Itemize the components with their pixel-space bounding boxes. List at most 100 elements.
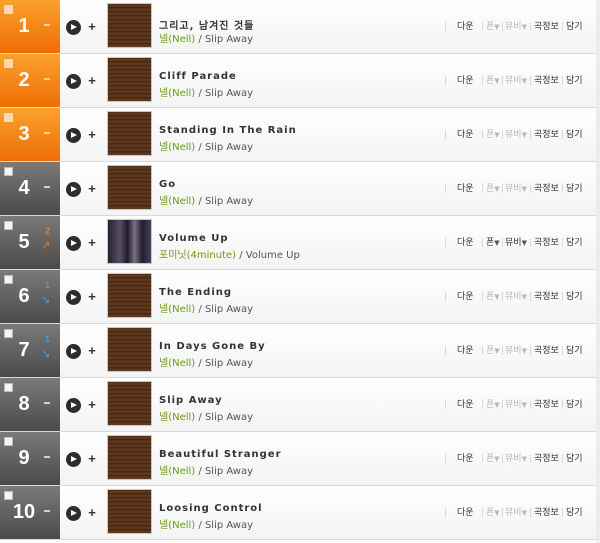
artist-link[interactable]: 넬(Nell) (159, 466, 195, 477)
add-to-list-button[interactable]: 담기 (566, 182, 583, 196)
album-art[interactable] (107, 3, 152, 48)
artist-link[interactable]: 넬(Nell) (159, 412, 195, 423)
music-video-button[interactable]: 뮤비▼ (505, 398, 527, 412)
song-info-button[interactable]: 곡정보 (534, 128, 559, 142)
plus-icon[interactable]: + (86, 181, 98, 197)
album-art[interactable] (107, 381, 152, 426)
song-info-button[interactable]: 곡정보 (534, 182, 559, 196)
album-art[interactable] (107, 327, 152, 372)
plus-icon[interactable]: + (86, 73, 98, 89)
download-button[interactable]: 다운 (457, 290, 474, 304)
song-title[interactable]: Loosing Control (159, 503, 263, 514)
plus-icon[interactable]: + (86, 19, 98, 35)
music-video-button[interactable]: 뮤비▼ (505, 290, 527, 304)
download-button[interactable]: 다운 (457, 236, 474, 250)
play-icon[interactable] (66, 128, 81, 143)
album-link[interactable]: Slip Away (205, 358, 253, 369)
play-icon[interactable] (66, 452, 81, 467)
plus-icon[interactable]: + (86, 505, 98, 521)
artist-link[interactable]: 넬(Nell) (159, 358, 195, 369)
song-title[interactable]: In Days Gone By (159, 341, 266, 352)
song-title[interactable]: Cliff Parade (159, 71, 237, 82)
music-video-button[interactable]: 뮤비▼ (505, 236, 527, 250)
play-icon[interactable] (66, 506, 81, 521)
album-art[interactable] (107, 57, 152, 102)
play-icon[interactable] (66, 398, 81, 413)
download-button[interactable]: 다운 (457, 344, 474, 358)
plus-icon[interactable]: + (86, 289, 98, 305)
album-art[interactable] (107, 273, 152, 318)
plus-icon[interactable]: + (86, 127, 98, 143)
music-video-button[interactable]: 뮤비▼ (505, 128, 527, 142)
music-video-button[interactable]: 뮤비▼ (505, 344, 527, 358)
music-video-button[interactable]: 뮤비▼ (505, 182, 527, 196)
song-info-button[interactable]: 곡정보 (534, 506, 559, 520)
song-info-button[interactable]: 곡정보 (534, 452, 559, 466)
plus-icon[interactable]: + (86, 235, 98, 251)
add-to-list-button[interactable]: 담기 (566, 290, 583, 304)
album-art[interactable] (107, 219, 152, 264)
artist-link[interactable]: 넬(Nell) (159, 304, 195, 315)
artist-link[interactable]: 넬(Nell) (159, 142, 195, 153)
download-button[interactable]: 다운 (457, 506, 474, 520)
download-button[interactable]: 다운 (457, 74, 474, 88)
artist-link[interactable]: 넬(Nell) (159, 88, 195, 99)
music-video-button[interactable]: 뮤비▼ (505, 74, 527, 88)
download-button[interactable]: 다운 (457, 452, 474, 466)
play-icon[interactable] (66, 20, 81, 35)
album-art[interactable] (107, 111, 152, 156)
ringtone-button[interactable]: 폰▼ (486, 452, 500, 466)
play-icon[interactable] (66, 74, 81, 89)
album-link[interactable]: Slip Away (205, 142, 253, 153)
album-link[interactable]: Slip Away (205, 520, 253, 531)
add-to-list-button[interactable]: 담기 (566, 236, 583, 250)
song-info-button[interactable]: 곡정보 (534, 290, 559, 304)
add-to-list-button[interactable]: 담기 (566, 128, 583, 142)
plus-icon[interactable]: + (86, 451, 98, 467)
album-link[interactable]: Slip Away (205, 196, 253, 207)
music-video-button[interactable]: 뮤비▼ (505, 506, 527, 520)
ringtone-button[interactable]: 폰▼ (486, 20, 500, 34)
album-link[interactable]: Slip Away (205, 412, 253, 423)
artist-link[interactable]: 넬(Nell) (159, 196, 195, 207)
artist-link[interactable]: 포미닛(4minute) (159, 250, 236, 261)
ringtone-button[interactable]: 폰▼ (486, 182, 500, 196)
ringtone-button[interactable]: 폰▼ (486, 128, 500, 142)
song-info-button[interactable]: 곡정보 (534, 74, 559, 88)
album-art[interactable] (107, 165, 152, 210)
ringtone-button[interactable]: 폰▼ (486, 74, 500, 88)
song-info-button[interactable]: 곡정보 (534, 344, 559, 358)
album-link[interactable]: Slip Away (205, 466, 253, 477)
song-title[interactable]: Beautiful Stranger (159, 449, 282, 460)
play-icon[interactable] (66, 236, 81, 251)
album-art[interactable] (107, 435, 152, 480)
play-icon[interactable] (66, 290, 81, 305)
album-link[interactable]: Slip Away (205, 88, 253, 99)
add-to-list-button[interactable]: 담기 (566, 344, 583, 358)
download-button[interactable]: 다운 (457, 128, 474, 142)
ringtone-button[interactable]: 폰▼ (486, 344, 500, 358)
song-title[interactable]: The Ending (159, 287, 232, 298)
album-link[interactable]: Slip Away (205, 304, 253, 315)
song-title[interactable]: Go (159, 179, 176, 190)
add-to-list-button[interactable]: 담기 (566, 452, 583, 466)
plus-icon[interactable]: + (86, 343, 98, 359)
add-to-list-button[interactable]: 담기 (566, 74, 583, 88)
play-icon[interactable] (66, 182, 81, 197)
music-video-button[interactable]: 뮤비▼ (505, 452, 527, 466)
song-info-button[interactable]: 곡정보 (534, 236, 559, 250)
play-icon[interactable] (66, 344, 81, 359)
ringtone-button[interactable]: 폰▼ (486, 236, 500, 250)
ringtone-button[interactable]: 폰▼ (486, 398, 500, 412)
plus-icon[interactable]: + (86, 397, 98, 413)
artist-link[interactable]: 넬(Nell) (159, 520, 195, 531)
download-button[interactable]: 다운 (457, 20, 474, 34)
song-info-button[interactable]: 곡정보 (534, 398, 559, 412)
add-to-list-button[interactable]: 담기 (566, 506, 583, 520)
album-art[interactable] (107, 489, 152, 534)
song-title[interactable]: Volume Up (159, 233, 229, 244)
song-title[interactable]: Slip Away (159, 395, 223, 406)
ringtone-button[interactable]: 폰▼ (486, 506, 500, 520)
download-button[interactable]: 다운 (457, 182, 474, 196)
add-to-list-button[interactable]: 담기 (566, 20, 583, 34)
